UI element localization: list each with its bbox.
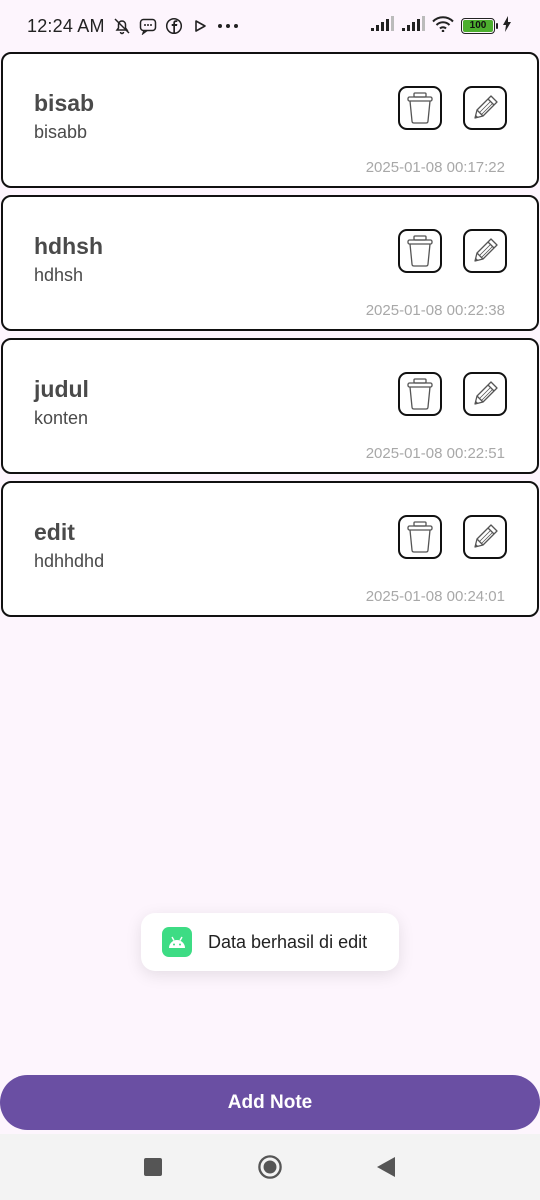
signal-icon [401,15,425,37]
note-card[interactable]: bisab bisabb 2025-01-08 00:17:22 [1,52,539,188]
recents-icon[interactable] [141,1155,165,1179]
edit-button[interactable] [463,86,507,130]
back-icon[interactable] [374,1155,398,1179]
note-timestamp: 2025-01-08 00:17:22 [365,159,505,176]
note-card[interactable]: hdhsh hdhsh 2025-01-08 00:22:38 [1,195,539,331]
note-content: konten [34,408,89,428]
charging-icon [502,15,512,37]
status-right: 100 [370,15,512,37]
toast-notification: Data berhasil di edit [141,913,399,971]
note-timestamp: 2025-01-08 00:24:01 [365,588,505,605]
facebook-icon [165,17,183,35]
battery-icon: 100 [461,18,498,34]
note-card[interactable]: edit hdhhdhd 2025-01-08 00:24:01 [1,481,539,617]
status-bar: 12:24 AM 100 [0,0,540,52]
note-timestamp: 2025-01-08 00:22:51 [365,445,505,462]
edit-button[interactable] [463,515,507,559]
edit-button[interactable] [463,229,507,273]
trash-icon [407,235,433,267]
android-icon [162,927,192,957]
delete-button[interactable] [398,86,442,130]
edit-button[interactable] [463,372,507,416]
delete-button[interactable] [398,515,442,559]
trash-icon [407,521,433,553]
note-content: bisabb [34,122,88,142]
wifi-icon [432,15,454,37]
status-time: 12:24 AM [27,15,105,36]
status-left: 12:24 AM [27,16,239,37]
notes-list: bisab bisabb 2025-01-08 00:17:22 hdhsh h… [0,52,540,624]
play-icon [191,17,209,35]
note-title: judul [34,376,89,402]
toast-message: Data berhasil di edit [208,931,368,952]
home-icon[interactable] [258,1155,282,1179]
mute-bell-icon [113,17,131,35]
message-icon [139,17,157,35]
signal-icon [370,15,394,37]
delete-button[interactable] [398,372,442,416]
note-card[interactable]: judul konten 2025-01-08 00:22:51 [1,338,539,474]
delete-button[interactable] [398,229,442,273]
note-content: hdhsh [34,265,84,285]
battery-level: 100 [463,20,493,32]
add-note-button[interactable]: Add Note [0,1075,540,1130]
trash-icon [407,378,433,410]
note-title: edit [34,519,75,545]
pencil-icon [474,524,498,548]
note-content: hdhhdhd [34,551,105,571]
pencil-icon [474,95,498,119]
more-dots-icon [217,17,239,35]
note-title: hdhsh [34,233,103,259]
pencil-icon [474,238,498,262]
trash-icon [407,92,433,124]
pencil-icon [474,381,498,405]
navigation-bar [0,1134,540,1200]
note-title: bisab [34,90,95,116]
note-timestamp: 2025-01-08 00:22:38 [365,302,505,319]
